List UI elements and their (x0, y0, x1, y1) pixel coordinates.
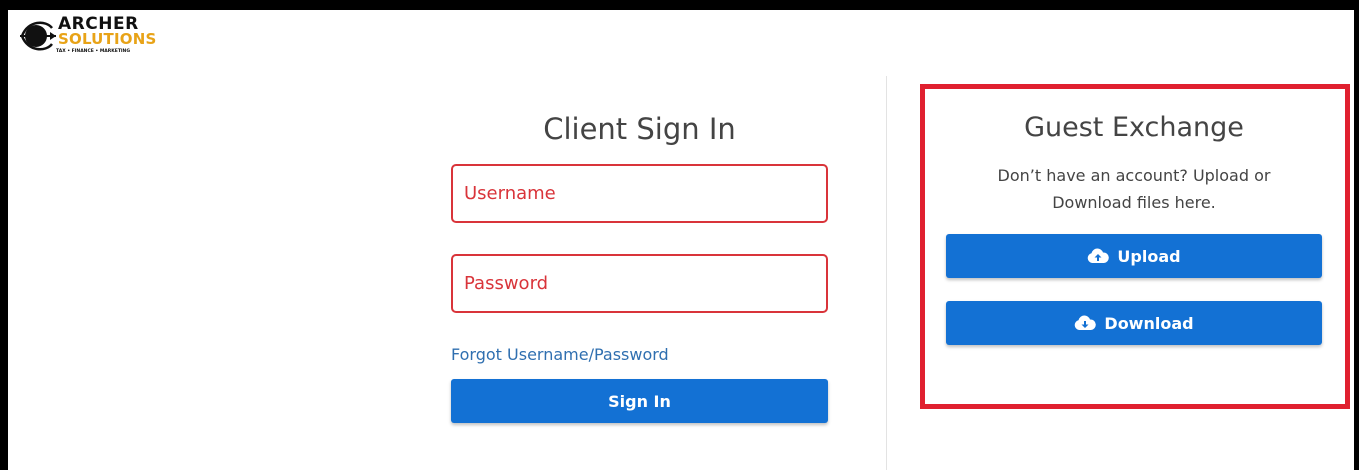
sign-in-button-label: Sign In (608, 391, 671, 411)
logo-text-solutions: SOLUTIONS (58, 30, 157, 48)
logo-tagline: TAX • FINANCE • MARKETING (56, 49, 131, 54)
password-field[interactable] (451, 254, 828, 313)
cloud-upload-icon (1088, 248, 1110, 263)
archer-logo-icon (20, 21, 56, 51)
username-field[interactable] (451, 164, 828, 223)
client-sign-in-title: Client Sign In (543, 112, 736, 146)
upload-button-label: Upload (1117, 246, 1181, 266)
archer-solutions-logo[interactable]: ARCHER SOLUTIONS TAX • FINANCE • MARKETI… (18, 14, 156, 60)
download-button[interactable]: Download (946, 301, 1322, 345)
guest-exchange-title: Guest Exchange (1024, 112, 1244, 143)
forgot-credentials-link[interactable]: Forgot Username/Password (451, 345, 669, 364)
cloud-download-icon (1075, 315, 1097, 330)
sign-in-button[interactable]: Sign In (451, 379, 828, 423)
upload-button[interactable]: Upload (946, 234, 1322, 278)
download-button-label: Download (1104, 313, 1194, 333)
guest-exchange-description: Don’t have an account? Upload or Downloa… (997, 166, 1271, 212)
column-divider (886, 76, 887, 470)
